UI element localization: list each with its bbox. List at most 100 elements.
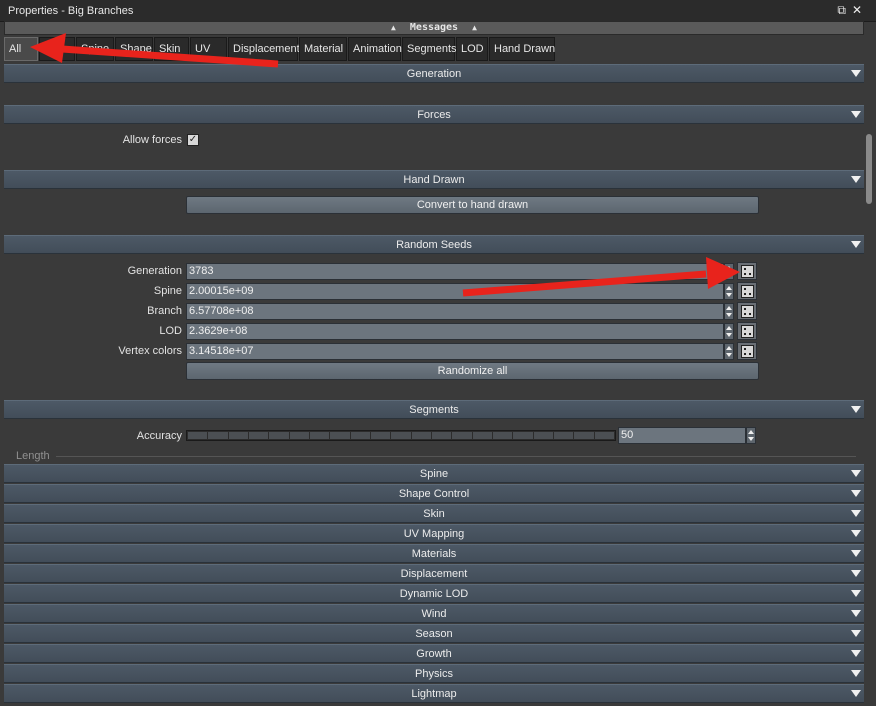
section-spine-header[interactable]: Spine	[4, 464, 864, 483]
section-generation-header[interactable]: Generation	[4, 64, 864, 83]
expand-arrow-icon[interactable]	[851, 550, 861, 557]
tab-lod[interactable]: LOD	[456, 37, 488, 61]
vertical-scrollbar[interactable]	[864, 64, 876, 706]
spinner-icon[interactable]	[724, 323, 734, 340]
section-title: Displacement	[400, 568, 468, 580]
tab-spine[interactable]: Spine	[76, 37, 114, 61]
restore-icon[interactable]: ⧉	[837, 3, 846, 18]
tab-segments[interactable]: Segments	[402, 37, 457, 61]
section-title: Random Seeds	[396, 239, 472, 251]
expand-arrow-icon[interactable]	[851, 470, 861, 477]
section-dynamic-lod-header[interactable]: Dynamic LOD	[4, 584, 864, 603]
messages-bar[interactable]: ▲ Messages ▲	[4, 21, 864, 35]
seed-label-generation: Generation	[127, 265, 182, 277]
randomize-dice-icon[interactable]	[737, 302, 757, 320]
window-titlebar: Properties - Big Branches ⧉ ✕	[0, 0, 876, 22]
spinner-icon[interactable]	[724, 263, 734, 280]
convert-to-hand-drawn-button[interactable]: Convert to hand drawn	[186, 196, 759, 214]
randomize-dice-icon[interactable]	[737, 262, 757, 280]
expand-arrow-icon[interactable]	[851, 406, 861, 413]
expand-arrow-icon[interactable]	[851, 530, 861, 537]
spinner-icon[interactable]	[724, 303, 734, 320]
section-hand-drawn-header[interactable]: Hand Drawn	[4, 170, 864, 189]
group-divider	[56, 456, 856, 457]
tab-gen[interactable]: Gen	[39, 37, 75, 61]
section-season-header[interactable]: Season	[4, 624, 864, 643]
expand-arrow-icon[interactable]	[851, 630, 861, 637]
section-segments-body: Accuracy 50 Length	[4, 420, 864, 464]
seed-field-lod[interactable]: 2.3629e+08	[186, 323, 724, 340]
spinner-icon[interactable]	[724, 283, 734, 300]
section-skin-header[interactable]: Skin	[4, 504, 864, 523]
randomize-dice-icon[interactable]	[737, 342, 757, 360]
section-title: Hand Drawn	[403, 174, 465, 186]
close-icon[interactable]: ✕	[852, 3, 862, 18]
section-materials-header[interactable]: Materials	[4, 544, 864, 563]
tab-shape[interactable]: Shape	[115, 37, 153, 61]
expand-arrow-icon[interactable]	[851, 670, 861, 677]
section-title: Shape Control	[398, 488, 470, 500]
section-lightmap-header[interactable]: Lightmap	[4, 684, 864, 703]
allow-forces-checkbox[interactable]: ✓	[187, 134, 199, 146]
properties-panel[interactable]: Generation Forces Allow forces ✓ Hand Dr…	[4, 64, 864, 706]
seed-field-spine[interactable]: 2.00015e+09	[186, 283, 724, 300]
section-shape-control-header[interactable]: Shape Control	[4, 484, 864, 503]
accuracy-slider[interactable]	[186, 430, 616, 441]
expand-arrow-icon[interactable]	[851, 490, 861, 497]
tab-displacement[interactable]: Displacement	[228, 37, 300, 61]
randomize-all-button[interactable]: Randomize all	[186, 362, 759, 380]
section-displacement-header[interactable]: Displacement	[4, 564, 864, 583]
spinner-icon[interactable]	[724, 343, 734, 360]
tab-uv[interactable]: UV	[190, 37, 227, 61]
section-random-seeds-body: Generation 3783 Spine 2.00015e+09 Branch…	[4, 255, 864, 400]
section-title: Physics	[415, 668, 453, 680]
section-title: UV Mapping	[403, 528, 465, 540]
section-forces-body: Allow forces ✓	[4, 125, 864, 170]
section-segments-header[interactable]: Segments	[4, 400, 864, 419]
tab-animation[interactable]: Animation	[348, 37, 402, 61]
section-growth-header[interactable]: Growth	[4, 644, 864, 663]
randomize-dice-icon[interactable]	[737, 322, 757, 340]
section-generation-body	[4, 84, 864, 104]
section-title: Segments	[409, 404, 459, 416]
expand-arrow-icon[interactable]	[851, 650, 861, 657]
seed-label-lod: LOD	[159, 325, 182, 337]
tab-hand-drawn[interactable]: Hand Drawn	[489, 37, 555, 61]
expand-arrow-icon[interactable]	[851, 690, 861, 697]
expand-arrow-icon[interactable]	[851, 570, 861, 577]
section-title: Wind	[421, 608, 447, 620]
tab-material[interactable]: Material	[299, 37, 347, 61]
section-wind-header[interactable]: Wind	[4, 604, 864, 623]
expand-arrow-icon[interactable]	[851, 510, 861, 517]
section-random-seeds-header[interactable]: Random Seeds	[4, 235, 864, 254]
expand-arrow-icon[interactable]	[851, 590, 861, 597]
seed-label-spine: Spine	[153, 285, 182, 297]
seed-field-branch[interactable]: 6.57708e+08	[186, 303, 724, 320]
section-title: Season	[415, 628, 453, 640]
section-physics-header[interactable]: Physics	[4, 664, 864, 683]
section-title: Spine	[419, 468, 449, 480]
accuracy-field[interactable]: 50	[618, 427, 746, 444]
section-title: Materials	[411, 548, 457, 560]
expand-arrow-icon[interactable]	[851, 610, 861, 617]
seed-field-vertex-colors[interactable]: 3.14518e+07	[186, 343, 724, 360]
seed-label-vertex-colors: Vertex colors	[118, 345, 182, 357]
expand-arrow-icon[interactable]	[851, 241, 861, 248]
spinner-icon[interactable]	[746, 427, 756, 444]
expand-arrow-icon[interactable]	[851, 70, 861, 77]
expand-arrow-icon[interactable]	[851, 111, 861, 118]
section-forces-header[interactable]: Forces	[4, 105, 864, 124]
accuracy-label: Accuracy	[136, 430, 182, 442]
tab-skin[interactable]: Skin	[154, 37, 189, 61]
tab-all[interactable]: All	[4, 37, 38, 61]
seed-field-generation[interactable]: 3783	[186, 263, 724, 280]
section-title: Growth	[416, 648, 452, 660]
section-title: Forces	[417, 109, 451, 121]
section-uv-mapping-header[interactable]: UV Mapping	[4, 524, 864, 543]
section-title: Skin	[423, 508, 445, 520]
collapse-up-icon: ▲	[391, 23, 396, 32]
randomize-dice-icon[interactable]	[737, 282, 757, 300]
scrollbar-thumb[interactable]	[866, 134, 872, 204]
expand-arrow-icon[interactable]	[851, 176, 861, 183]
window-title: Properties - Big Branches	[8, 4, 134, 17]
